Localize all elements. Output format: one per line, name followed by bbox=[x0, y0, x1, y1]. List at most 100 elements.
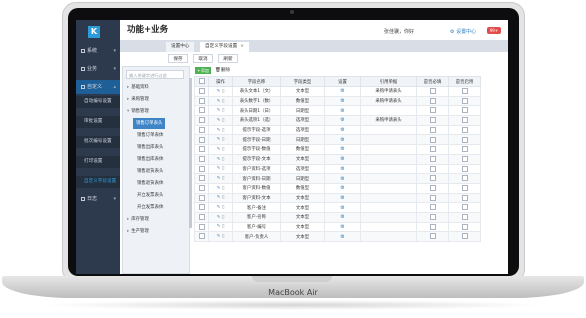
table-row[interactable]: ✎ ▯ 客户-编号 文本型 ⚙ bbox=[194, 221, 481, 233]
required-cell[interactable] bbox=[416, 86, 449, 97]
sidebar-subitem-print[interactable]: 打印设置 bbox=[76, 156, 120, 168]
row-checkbox[interactable] bbox=[198, 126, 205, 133]
tree-item[interactable]: ▸ 库存管理 bbox=[127, 214, 149, 225]
user-greeting[interactable]: 张佳骥，你好 bbox=[384, 28, 414, 35]
trash-icon[interactable]: ▯ bbox=[220, 176, 224, 181]
row-select-cell[interactable] bbox=[194, 134, 209, 146]
trash-icon[interactable]: ▯ bbox=[220, 166, 224, 171]
enabled-checkbox[interactable] bbox=[461, 165, 468, 172]
enabled-cell[interactable] bbox=[448, 192, 481, 204]
table-row[interactable]: ✎ ▯ 表头文本1（文） 文本型 ⚙ 采购申请表头 bbox=[194, 86, 481, 97]
row-select-cell[interactable] bbox=[194, 105, 209, 117]
trash-icon[interactable]: ▯ bbox=[220, 108, 224, 113]
enabled-cell[interactable] bbox=[448, 115, 481, 126]
enabled-checkbox[interactable] bbox=[461, 97, 468, 104]
sidebar-subitem-approval[interactable]: 审批设置 bbox=[76, 116, 120, 128]
row-select-cell[interactable] bbox=[194, 202, 209, 213]
settings-cell[interactable]: ⚙ bbox=[324, 221, 361, 233]
trash-icon[interactable]: ▯ bbox=[220, 186, 224, 191]
settings-cell[interactable]: ⚙ bbox=[324, 182, 361, 194]
required-cell[interactable] bbox=[416, 163, 449, 175]
enabled-cell[interactable] bbox=[448, 144, 481, 155]
gear-icon[interactable]: ⚙ bbox=[340, 98, 344, 104]
trash-icon[interactable]: ▯ bbox=[220, 147, 224, 152]
settings-cell[interactable]: ⚙ bbox=[324, 211, 361, 223]
required-cell[interactable] bbox=[416, 182, 449, 194]
row-select-cell[interactable] bbox=[194, 182, 209, 194]
sidebar-item-log[interactable]: 日志 ▾ bbox=[76, 192, 120, 206]
gear-icon[interactable]: ⚙ bbox=[340, 224, 344, 230]
required-checkbox[interactable] bbox=[429, 117, 436, 124]
chevron-right-icon[interactable]: ▸ bbox=[127, 85, 129, 90]
save-button[interactable]: 保存 bbox=[168, 54, 188, 63]
gear-icon[interactable]: ⚙ bbox=[340, 146, 344, 152]
settings-cell[interactable]: ⚙ bbox=[324, 115, 361, 126]
close-icon[interactable]: × bbox=[240, 44, 244, 49]
enabled-checkbox[interactable] bbox=[461, 155, 468, 162]
settings-cell[interactable]: ⚙ bbox=[324, 173, 361, 184]
sidebar-subitem-auto-numbering[interactable]: 自动编号设置 bbox=[76, 96, 120, 108]
enabled-cell[interactable] bbox=[448, 163, 481, 175]
tree-search-input[interactable]: 输入关键字进行过滤 bbox=[126, 70, 184, 79]
chevron-right-icon[interactable]: ▸ bbox=[127, 97, 129, 102]
table-row[interactable]: ✎ ▯ 客户资料-数值 数值型 ⚙ bbox=[194, 182, 481, 194]
required-checkbox[interactable] bbox=[429, 165, 436, 172]
required-cell[interactable] bbox=[416, 105, 449, 117]
settings-cell[interactable]: ⚙ bbox=[324, 231, 361, 242]
row-checkbox[interactable] bbox=[198, 88, 205, 95]
trash-icon[interactable]: ▯ bbox=[220, 224, 224, 229]
table-row[interactable]: ✎ ▯ 客户资料-文本 文本型 ⚙ bbox=[194, 192, 481, 204]
required-checkbox[interactable] bbox=[429, 233, 436, 240]
row-select-cell[interactable] bbox=[194, 124, 209, 136]
enabled-checkbox[interactable] bbox=[461, 146, 468, 153]
table-row[interactable]: ✎ ▯ 提示字段-数值 数值型 ⚙ bbox=[194, 144, 481, 155]
enabled-cell[interactable] bbox=[448, 95, 481, 107]
required-checkbox[interactable] bbox=[429, 126, 436, 133]
tab-custom-fields[interactable]: 自定义字段设置 × bbox=[200, 42, 250, 52]
chevron-down-icon[interactable]: ▾ bbox=[127, 109, 129, 114]
tree-item[interactable]: 销售出库表头 bbox=[137, 142, 163, 153]
sidebar-item-business[interactable]: 业务 ▾ bbox=[76, 62, 120, 76]
tree-item[interactable]: ▾ 销售管理 bbox=[127, 106, 149, 117]
select-all-cell[interactable] bbox=[194, 76, 209, 87]
gear-icon[interactable]: ⚙ bbox=[340, 117, 344, 123]
table-row[interactable]: ✎ ▯ 表头数字1（数） 数值型 ⚙ 采购申请表头 bbox=[194, 95, 481, 107]
enabled-cell[interactable] bbox=[448, 211, 481, 223]
enabled-cell[interactable] bbox=[448, 231, 481, 242]
tree-item[interactable]: 销售退货表体 bbox=[137, 178, 163, 189]
enabled-checkbox[interactable] bbox=[461, 233, 468, 240]
row-select-cell[interactable] bbox=[194, 86, 209, 97]
row-select-cell[interactable] bbox=[194, 173, 209, 184]
trash-icon[interactable]: ▯ bbox=[220, 234, 224, 239]
row-select-cell[interactable] bbox=[194, 95, 209, 107]
enabled-checkbox[interactable] bbox=[461, 194, 468, 201]
enabled-checkbox[interactable] bbox=[461, 107, 468, 114]
enabled-checkbox[interactable] bbox=[461, 175, 468, 182]
row-checkbox[interactable] bbox=[198, 117, 205, 124]
sidebar-item-custom[interactable]: 自定义 ▴ bbox=[76, 80, 120, 94]
trash-icon[interactable]: ▯ bbox=[220, 157, 224, 162]
row-checkbox[interactable] bbox=[198, 97, 205, 104]
tab-settings-center[interactable]: 设置中心 bbox=[166, 42, 195, 52]
settings-cell[interactable]: ⚙ bbox=[324, 86, 361, 97]
table-row[interactable]: ✎ ▯ 客户-负责人 文本型 ⚙ bbox=[194, 231, 481, 242]
settings-cell[interactable]: ⚙ bbox=[324, 134, 361, 146]
cancel-button[interactable]: 取消 bbox=[193, 54, 213, 63]
row-checkbox[interactable] bbox=[198, 194, 205, 201]
trash-icon[interactable]: ▯ bbox=[220, 128, 224, 133]
required-checkbox[interactable] bbox=[429, 175, 436, 182]
row-select-cell[interactable] bbox=[194, 115, 209, 126]
sidebar-subitem-batch-numbering[interactable]: 批次编号设置 bbox=[76, 136, 120, 148]
settings-cell[interactable]: ⚙ bbox=[324, 124, 361, 136]
tree-item[interactable]: ▸ 基础资料 bbox=[127, 82, 149, 93]
enabled-checkbox[interactable] bbox=[461, 204, 468, 211]
row-select-cell[interactable] bbox=[194, 144, 209, 155]
required-cell[interactable] bbox=[416, 231, 449, 242]
required-cell[interactable] bbox=[416, 95, 449, 107]
enabled-checkbox[interactable] bbox=[461, 184, 468, 191]
trash-icon[interactable]: ▯ bbox=[220, 195, 224, 200]
trash-icon[interactable]: ▯ bbox=[220, 118, 224, 123]
row-checkbox[interactable] bbox=[198, 233, 205, 240]
enabled-cell[interactable] bbox=[448, 173, 481, 184]
trash-icon[interactable]: ▯ bbox=[220, 215, 224, 220]
